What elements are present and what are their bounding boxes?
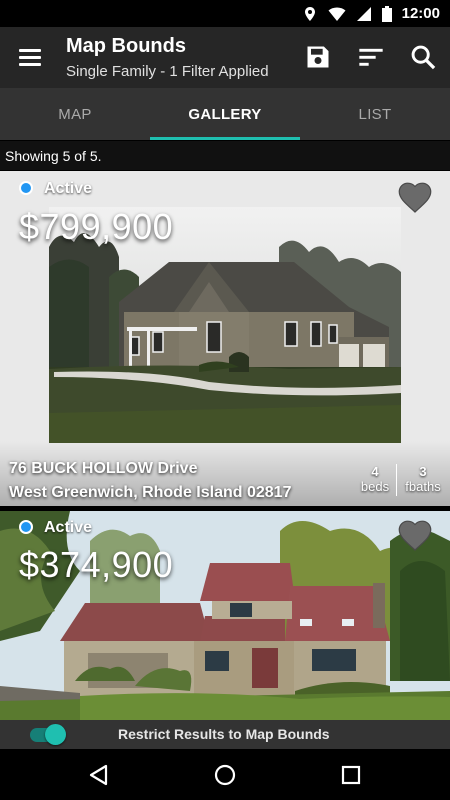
status-label: Active	[44, 180, 93, 197]
status-dot	[19, 181, 33, 195]
tab-list[interactable]: LIST	[300, 88, 450, 140]
view-tabs: MAP GALLERY LIST	[0, 88, 450, 140]
baths-value: 3	[419, 464, 427, 479]
baths-label: fbaths	[405, 479, 441, 494]
address-street: 76 BUCK HOLLOW Drive	[9, 460, 198, 477]
listing-price: $374,900	[19, 544, 174, 585]
wifi-icon	[328, 7, 346, 21]
baths-stat: 3 fbaths	[401, 464, 445, 494]
beds-stat: 4 beds	[359, 464, 391, 494]
app-bar: Map Bounds Single Family - 1 Filter Appl…	[0, 27, 450, 88]
recents-icon[interactable]	[338, 762, 364, 788]
beds-label: beds	[360, 479, 390, 494]
beds-value: 4	[371, 464, 379, 479]
restrict-label: Restrict Results to Map Bounds	[118, 726, 330, 742]
listing-price: $799,900	[19, 206, 174, 247]
results-count: Showing 5 of 5.	[5, 148, 102, 164]
sort-icon[interactable]	[355, 41, 387, 73]
battery-icon	[381, 5, 392, 22]
listing-card[interactable]: Active $799,900 76 BUCK HOLLOW Drive Wes…	[0, 171, 450, 506]
signal-icon	[356, 6, 371, 21]
nav-bar	[0, 749, 450, 800]
address-city: West Greenwich, Rhode Island 02817	[9, 484, 292, 501]
save-icon[interactable]	[302, 41, 334, 73]
status-bar: 12:00	[0, 0, 450, 27]
favorite-heart-icon[interactable]	[397, 518, 433, 552]
favorite-heart-icon[interactable]	[397, 180, 433, 214]
restrict-bar: Restrict Results to Map Bounds	[0, 720, 450, 749]
restrict-toggle[interactable]	[45, 724, 66, 745]
page-title: Map Bounds	[66, 35, 186, 57]
back-icon[interactable]	[86, 762, 112, 788]
status-label: Active	[44, 519, 93, 536]
menu-icon[interactable]	[14, 43, 46, 71]
results-strip: Showing 5 of 5.	[0, 140, 450, 170]
filter-subtitle: Single Family - 1 Filter Applied	[66, 63, 269, 80]
tab-map[interactable]: MAP	[0, 88, 150, 140]
location-icon	[304, 6, 315, 21]
listing-photo	[0, 511, 450, 720]
home-icon[interactable]	[212, 762, 238, 788]
search-icon[interactable]	[407, 41, 439, 73]
stat-divider	[396, 464, 397, 496]
clock: 12:00	[401, 5, 440, 22]
status-dot	[19, 520, 33, 534]
listing-card[interactable]: Active $374,900	[0, 511, 450, 720]
tab-gallery[interactable]: GALLERY	[150, 88, 300, 140]
